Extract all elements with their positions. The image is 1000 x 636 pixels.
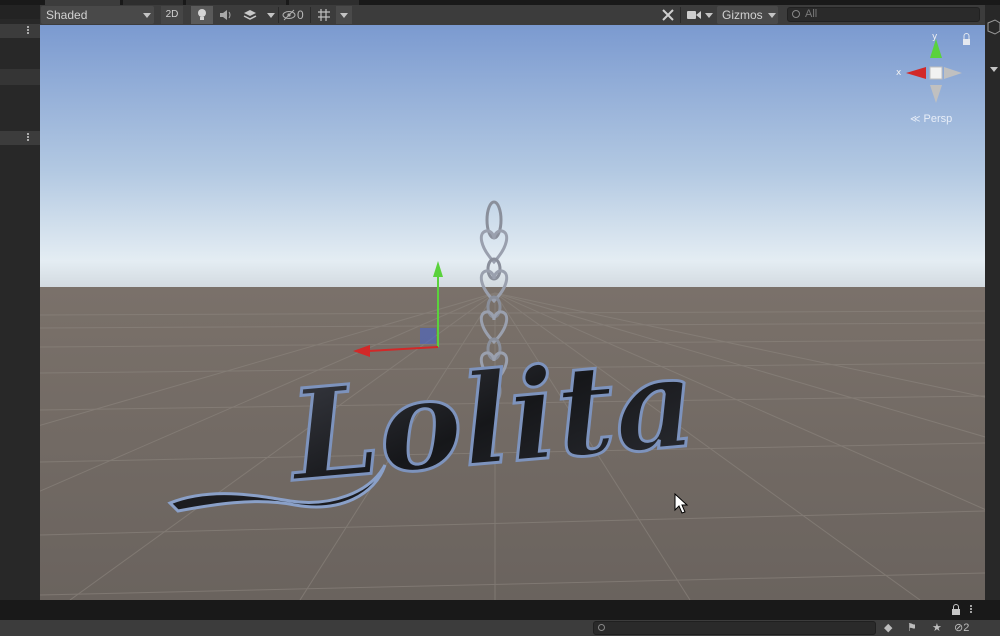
project-toolbar: ◆ ⚑ ★ ⊘2 bbox=[0, 620, 1000, 636]
grid-icon bbox=[318, 9, 330, 21]
project-panel-header bbox=[0, 600, 1000, 620]
tools-icon bbox=[662, 9, 674, 21]
kebab-menu-icon[interactable] bbox=[27, 26, 29, 28]
favorites-icon[interactable]: ★ bbox=[932, 622, 942, 634]
lighting-toggle-button[interactable] bbox=[191, 6, 213, 24]
chevron-down-icon[interactable] bbox=[990, 67, 998, 72]
projection-icon: ≪ bbox=[910, 114, 921, 125]
cube-icon[interactable] bbox=[985, 17, 1000, 47]
audio-toggle-icon bbox=[220, 10, 231, 20]
visibility-icon: ⊘ bbox=[954, 622, 964, 634]
toolbar-divider bbox=[278, 7, 279, 23]
inspector-edge bbox=[985, 5, 1000, 600]
scene-render: Lolita y x bbox=[40, 25, 985, 600]
kebab-menu-icon[interactable] bbox=[27, 133, 29, 135]
scene-toolbar: Shaded 2D 0 Gizmos All bbox=[40, 5, 985, 26]
search-icon bbox=[792, 10, 800, 18]
hidden-packages-toggle[interactable]: ⊘2 bbox=[954, 622, 969, 634]
orientation-center-cube[interactable] bbox=[929, 66, 943, 80]
tools-button[interactable] bbox=[658, 6, 678, 24]
skybox bbox=[40, 25, 985, 293]
gizmos-dropdown[interactable]: Gizmos bbox=[717, 6, 778, 24]
kebab-menu-icon[interactable] bbox=[970, 605, 972, 607]
toolbar-divider bbox=[680, 7, 681, 23]
camera-settings-button[interactable] bbox=[685, 6, 715, 24]
orientation-y-label: y bbox=[932, 32, 938, 42]
grid-toggle-button[interactable] bbox=[313, 6, 335, 24]
filter-by-type-icon[interactable]: ◆ bbox=[884, 622, 892, 634]
mode-2d-label: 2D bbox=[165, 9, 179, 20]
toolbar-divider bbox=[310, 7, 311, 23]
chevron-down-icon bbox=[143, 13, 151, 18]
projection-label: Persp bbox=[923, 113, 953, 125]
audio-toggle-button[interactable] bbox=[215, 6, 237, 24]
hierarchy-panel bbox=[0, 5, 40, 600]
hidden-objects-toggle[interactable]: 0 bbox=[282, 6, 308, 24]
hidden-count: 2 bbox=[963, 622, 970, 634]
hierarchy-item-row[interactable] bbox=[0, 69, 40, 85]
tag-icon[interactable]: ⚑ bbox=[907, 622, 917, 634]
search-icon bbox=[598, 624, 605, 631]
effects-button[interactable] bbox=[239, 6, 261, 24]
orientation-x-label: x bbox=[896, 68, 902, 78]
mode-2d-button[interactable]: 2D bbox=[161, 6, 183, 24]
search-placeholder: All bbox=[805, 8, 818, 20]
project-search-input[interactable] bbox=[593, 621, 876, 635]
hidden-objects-count: 0 bbox=[297, 8, 304, 22]
shading-mode-label: Shaded bbox=[46, 8, 88, 22]
hierarchy-subheader-row[interactable] bbox=[0, 131, 40, 145]
chevron-down-icon bbox=[340, 13, 348, 18]
shading-mode-dropdown[interactable]: Shaded bbox=[41, 6, 154, 24]
lock-icon[interactable] bbox=[951, 604, 961, 616]
visibility-icon bbox=[282, 9, 296, 21]
hierarchy-search-row[interactable] bbox=[0, 5, 40, 19]
projection-toggle[interactable]: ≪ Persp bbox=[910, 113, 952, 125]
scene-search-input[interactable]: All bbox=[787, 7, 980, 22]
effects-icon bbox=[243, 10, 257, 20]
hierarchy-scene-row[interactable] bbox=[0, 24, 40, 38]
effects-dropdown-chevron-icon[interactable] bbox=[267, 13, 275, 18]
z-plane-handle[interactable] bbox=[420, 328, 436, 344]
chevron-down-icon bbox=[768, 13, 776, 18]
scene-viewport[interactable]: Lolita y x ≪ Persp bbox=[40, 25, 985, 600]
chevron-down-icon bbox=[705, 13, 713, 18]
grid-dropdown-button[interactable] bbox=[336, 6, 352, 24]
camera-icon bbox=[687, 11, 701, 19]
gizmos-label: Gizmos bbox=[722, 8, 763, 22]
lighting-toggle-icon bbox=[198, 9, 206, 20]
